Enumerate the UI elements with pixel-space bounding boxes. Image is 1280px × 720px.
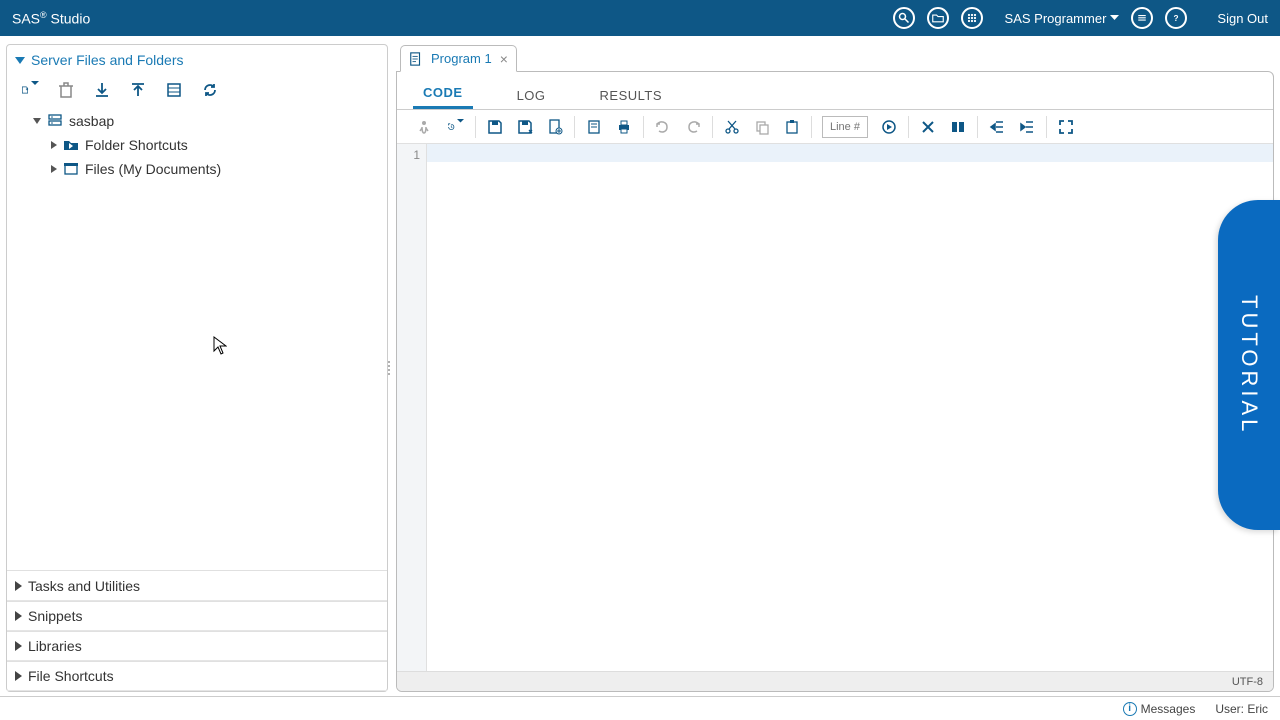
save-icon[interactable] [486,118,504,136]
refresh-icon[interactable] [201,81,219,99]
properties-icon[interactable] [165,81,183,99]
messages-button[interactable]: i Messages [1123,702,1196,716]
chevron-down-icon [1110,15,1119,21]
sidebar-splitter[interactable] [387,358,391,378]
options-icon[interactable] [1131,7,1153,29]
editor-toolbar [397,110,1273,144]
user-name: SAS Programmer [1005,11,1107,26]
info-icon: i [1123,702,1137,716]
section-libraries[interactable]: Libraries [7,631,387,661]
open-folder-icon[interactable] [927,7,949,29]
history-icon[interactable] [447,118,465,136]
help-icon[interactable]: ? [1165,7,1187,29]
caret-open-icon [33,118,41,124]
caret-right-icon [15,671,22,681]
outdent-icon[interactable] [1018,118,1036,136]
caret-down-icon [15,57,25,64]
delete-icon[interactable] [57,81,75,99]
file-tree: sasbap Folder Shortcuts Files (My Docume… [7,105,387,570]
download-icon[interactable] [93,81,111,99]
footer-user-label: User: Eric [1215,702,1268,716]
print-icon[interactable] [615,118,633,136]
close-tab-icon[interactable]: × [500,51,508,67]
signout-link[interactable]: Sign Out [1217,11,1268,26]
maximize-icon[interactable] [1057,118,1075,136]
summary-icon[interactable] [585,118,603,136]
app-footer: i Messages User: Eric [0,696,1280,720]
undo-icon[interactable] [654,118,672,136]
copy-icon[interactable] [753,118,771,136]
search-icon[interactable] [893,7,915,29]
caret-closed-icon [51,165,57,173]
tutorial-tab[interactable]: TUTORIAL [1218,200,1280,530]
navigation-sidebar: Server Files and Folders sasbap Folder S… [6,44,388,692]
user-menu[interactable]: SAS Programmer [1005,11,1120,26]
tree-folder-shortcuts[interactable]: Folder Shortcuts [7,133,387,157]
goto-line-input[interactable] [822,116,868,138]
apps-icon[interactable] [961,7,983,29]
caret-right-icon [15,641,22,651]
find-replace-icon[interactable] [949,118,967,136]
app-topbar: SAS® Studio SAS Programmer ? Sign Out [0,0,1280,36]
code-editor[interactable]: 1 [397,144,1273,671]
caret-right-icon [15,611,22,621]
goto-line-icon[interactable] [880,118,898,136]
save-as-icon[interactable] [516,118,534,136]
new-item-icon[interactable] [21,81,39,99]
code-text-area[interactable] [427,144,1273,671]
folder-shortcut-icon [63,137,79,153]
caret-right-icon [15,581,22,591]
indent-icon[interactable] [988,118,1006,136]
editor-tabstrip: Program 1 × [396,44,1274,72]
sidebar-toolbar [7,75,387,105]
section-server-files[interactable]: Server Files and Folders [7,45,387,75]
section-snippets[interactable]: Snippets [7,601,387,631]
line-gutter: 1 [397,144,427,671]
encoding-label: UTF-8 [1232,676,1263,688]
clear-code-icon[interactable] [919,118,937,136]
topbar-actions: SAS Programmer ? Sign Out [893,7,1268,29]
tree-files-mydocs[interactable]: Files (My Documents) [7,157,387,181]
my-documents-icon [63,161,79,177]
paste-icon[interactable] [783,118,801,136]
viewtab-results[interactable]: RESULTS [590,82,673,109]
redo-icon[interactable] [684,118,702,136]
caret-closed-icon [51,141,57,149]
editor-panel: Program 1 × CODE LOG RESULTS [396,44,1274,692]
section-tasks[interactable]: Tasks and Utilities [7,571,387,601]
program-icon [409,52,423,66]
editor-statusbar: UTF-8 [397,671,1273,691]
app-title: SAS® Studio [12,10,90,27]
section-file-shortcuts[interactable]: File Shortcuts [7,661,387,691]
view-tabs: CODE LOG RESULTS [397,78,1273,110]
viewtab-log[interactable]: LOG [507,82,556,109]
tab-program-1[interactable]: Program 1 × [400,45,517,72]
tree-server-root[interactable]: sasbap [7,109,387,133]
cut-icon[interactable] [723,118,741,136]
new-program-icon[interactable] [546,118,564,136]
viewtab-code[interactable]: CODE [413,79,473,109]
svg-text:?: ? [1174,14,1179,23]
server-icon [47,113,63,129]
run-icon[interactable] [417,118,435,136]
upload-icon[interactable] [129,81,147,99]
